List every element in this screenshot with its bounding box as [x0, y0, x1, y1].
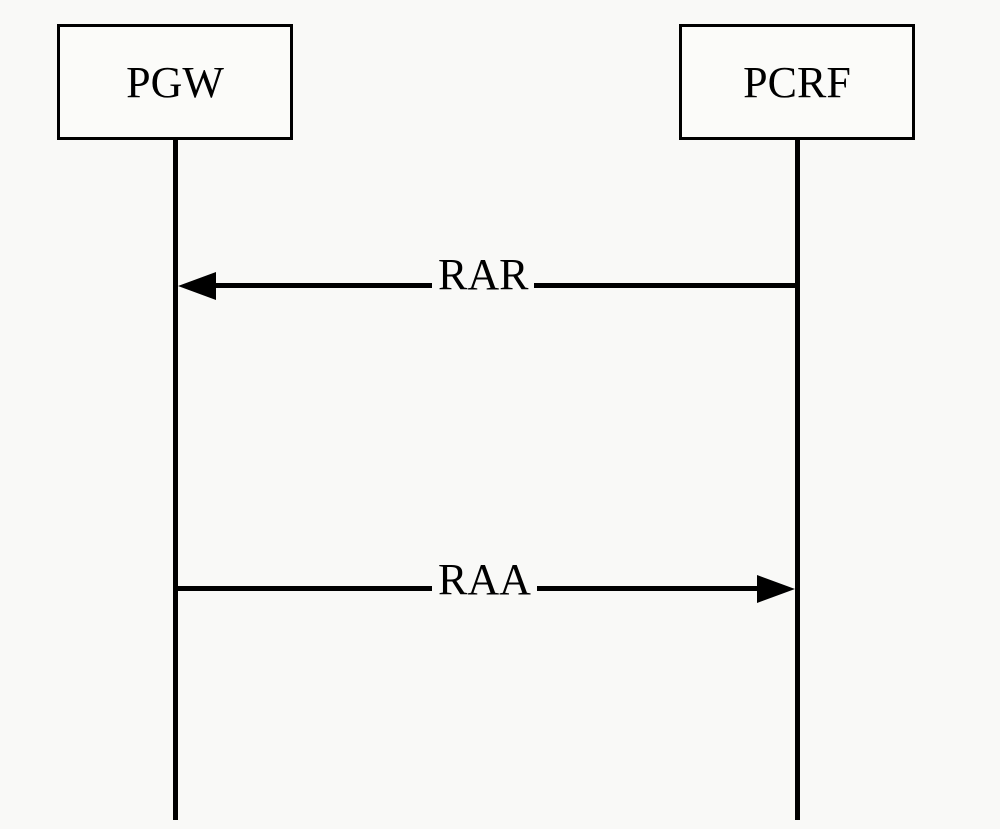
message-rar-arrowhead [178, 272, 216, 300]
message-raa-label: RAA [432, 554, 537, 605]
sequence-diagram: PGW PCRF RAR RAA [0, 0, 1000, 829]
message-rar-label: RAR [432, 249, 534, 300]
message-raa-arrowhead [757, 575, 795, 603]
actor-pgw-label: PGW [126, 57, 224, 108]
lifeline-pgw [173, 140, 178, 820]
actor-pgw: PGW [57, 24, 293, 140]
actor-pcrf: PCRF [679, 24, 915, 140]
actor-pcrf-label: PCRF [743, 57, 851, 108]
lifeline-pcrf [795, 140, 800, 820]
